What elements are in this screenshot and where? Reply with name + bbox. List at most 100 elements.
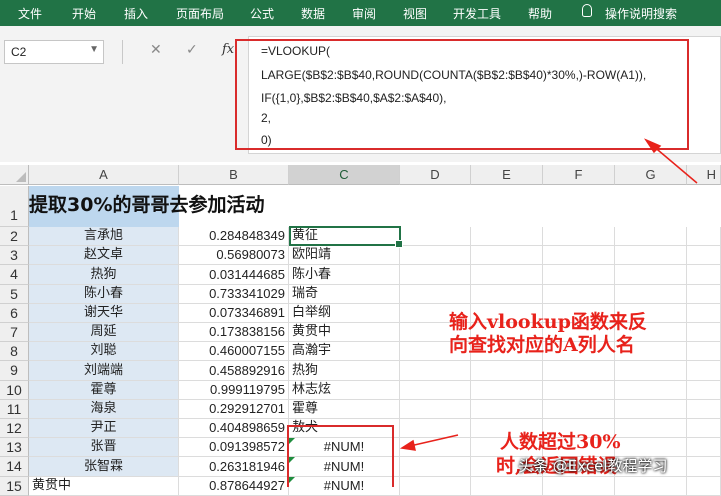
cell-empty[interactable] xyxy=(615,361,687,381)
cell-empty[interactable] xyxy=(687,285,721,304)
cell-value[interactable]: 0.999119795 xyxy=(179,381,289,400)
cell-name[interactable]: 谢天华 xyxy=(29,304,179,323)
cell-empty[interactable] xyxy=(471,400,543,419)
name-box[interactable]: C2 ▼ xyxy=(4,40,104,64)
cell-name[interactable]: 张智霖 xyxy=(29,457,179,477)
cell-empty[interactable] xyxy=(400,457,471,477)
tab-view[interactable]: 视图 xyxy=(403,5,427,22)
cell-result[interactable]: 高瀚宇 xyxy=(289,342,400,361)
cell-result[interactable]: 白举纲 xyxy=(289,304,400,323)
cell-result[interactable]: 霍尊 xyxy=(289,400,400,419)
row-header-2[interactable]: 2 xyxy=(0,227,29,246)
cell-empty[interactable] xyxy=(543,265,615,285)
cell-value[interactable]: 0.073346891 xyxy=(179,304,289,323)
tab-data[interactable]: 数据 xyxy=(301,5,325,22)
cell-empty[interactable] xyxy=(687,361,721,381)
cell-value[interactable]: 0.173838156 xyxy=(179,323,289,342)
cell-empty[interactable] xyxy=(687,265,721,285)
cell-result[interactable]: 陈小春 xyxy=(289,265,400,285)
cell-empty[interactable] xyxy=(400,381,471,400)
column-header-f[interactable]: F xyxy=(543,165,615,185)
cell-empty[interactable] xyxy=(400,265,471,285)
cell-value[interactable]: 0.031444685 xyxy=(179,265,289,285)
cell-empty[interactable] xyxy=(687,419,721,438)
cell-empty[interactable] xyxy=(615,400,687,419)
cell-name[interactable]: 海泉 xyxy=(29,400,179,419)
cell-value[interactable]: 0.460007155 xyxy=(179,342,289,361)
cell-empty[interactable] xyxy=(543,400,615,419)
tell-me-search[interactable]: 操作说明搜索 xyxy=(605,5,677,22)
cell-empty[interactable] xyxy=(615,419,687,438)
column-header-c[interactable]: C xyxy=(289,165,400,185)
cell-empty[interactable] xyxy=(687,227,721,246)
cell-value[interactable]: 0.458892916 xyxy=(179,361,289,381)
cell-empty[interactable] xyxy=(543,246,615,265)
cell-empty[interactable] xyxy=(687,400,721,419)
row-header-12[interactable]: 12 xyxy=(0,419,29,438)
cell-name[interactable]: 热狗 xyxy=(29,265,179,285)
column-header-b[interactable]: B xyxy=(179,165,289,185)
tab-formulas[interactable]: 公式 xyxy=(250,5,274,22)
cell-empty[interactable] xyxy=(471,227,543,246)
cell-empty[interactable] xyxy=(543,381,615,400)
cell-result[interactable]: 瑞奇 xyxy=(289,285,400,304)
cell-result[interactable]: 欧阳靖 xyxy=(289,246,400,265)
cell-name[interactable]: 言承旭 xyxy=(29,227,179,246)
column-header-d[interactable]: D xyxy=(400,165,471,185)
cell-value[interactable]: 0.292912701 xyxy=(179,400,289,419)
cancel-icon[interactable]: ✕ xyxy=(150,42,162,58)
tab-file[interactable]: 文件 xyxy=(18,5,42,22)
cell-empty[interactable] xyxy=(400,419,471,438)
cell-empty[interactable] xyxy=(471,361,543,381)
cell-empty[interactable] xyxy=(687,246,721,265)
row-header-7[interactable]: 7 xyxy=(0,323,29,342)
cell-empty[interactable] xyxy=(400,361,471,381)
cell-name[interactable]: 刘聪 xyxy=(29,342,179,361)
tab-help[interactable]: 帮助 xyxy=(528,5,552,22)
cell-empty[interactable] xyxy=(687,438,721,457)
column-header-e[interactable]: E xyxy=(471,165,543,185)
cell-empty[interactable] xyxy=(400,227,471,246)
cell-value[interactable]: 0.733341029 xyxy=(179,285,289,304)
cell-name[interactable]: 霍尊 xyxy=(29,381,179,400)
cell-result[interactable]: 林志炫 xyxy=(289,381,400,400)
cell-empty[interactable] xyxy=(543,285,615,304)
cell-empty[interactable] xyxy=(400,400,471,419)
cell-empty[interactable] xyxy=(687,304,721,323)
chevron-down-icon[interactable]: ▼ xyxy=(89,44,99,55)
row-header-5[interactable]: 5 xyxy=(0,285,29,304)
cell-empty[interactable] xyxy=(543,227,615,246)
fill-handle[interactable] xyxy=(395,240,403,248)
tab-developer[interactable]: 开发工具 xyxy=(453,5,501,22)
cell-empty[interactable] xyxy=(471,285,543,304)
cell-value[interactable]: 0.56980073 xyxy=(179,246,289,265)
row-header-4[interactable]: 4 xyxy=(0,265,29,285)
column-header-a[interactable]: A xyxy=(29,165,179,185)
cell-name[interactable]: 尹正 xyxy=(29,419,179,438)
cell-empty[interactable] xyxy=(687,323,721,342)
cell-empty[interactable] xyxy=(615,265,687,285)
cell-name[interactable]: 陈小春 xyxy=(29,285,179,304)
select-all-corner[interactable] xyxy=(0,165,29,185)
cell-value[interactable]: 0.091398572 xyxy=(179,438,289,457)
cell-name[interactable]: 张晋 xyxy=(29,438,179,457)
row-header-1[interactable]: 1 xyxy=(0,186,29,227)
row-header-8[interactable]: 8 xyxy=(0,342,29,361)
cell-name[interactable]: 刘端端 xyxy=(29,361,179,381)
cell-empty[interactable] xyxy=(471,265,543,285)
cell-empty[interactable] xyxy=(471,246,543,265)
column-header-h[interactable]: H xyxy=(687,165,721,185)
row-header-10[interactable]: 10 xyxy=(0,381,29,400)
cell-name[interactable]: 周延 xyxy=(29,323,179,342)
row-header-11[interactable]: 11 xyxy=(0,400,29,419)
row-header-3[interactable]: 3 xyxy=(0,246,29,265)
cell-empty[interactable] xyxy=(615,285,687,304)
cell-empty[interactable] xyxy=(400,438,471,457)
cell-empty[interactable] xyxy=(687,457,721,477)
tab-insert[interactable]: 插入 xyxy=(124,5,148,22)
cell-empty[interactable] xyxy=(471,381,543,400)
cell-empty[interactable] xyxy=(615,381,687,400)
cell-empty[interactable] xyxy=(615,227,687,246)
cell-name[interactable]: 赵文卓 xyxy=(29,246,179,265)
cell-value[interactable]: 0.263181946 xyxy=(179,457,289,477)
